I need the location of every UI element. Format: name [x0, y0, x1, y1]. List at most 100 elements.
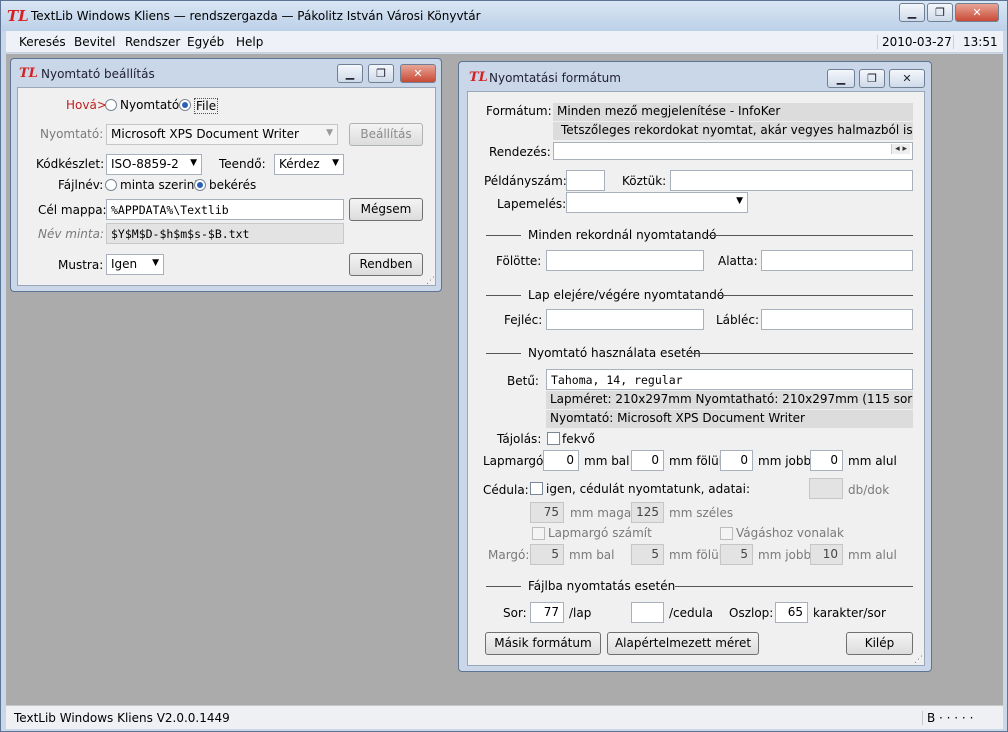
above-input[interactable] [546, 250, 704, 271]
inner-left-input[interactable]: 5 [530, 544, 564, 565]
format-close-button[interactable]: ✕ [889, 69, 925, 88]
slip-check-label: igen, cédulát nyomtatunk, adatai: [546, 482, 751, 496]
rows-input[interactable]: 77 [530, 602, 564, 623]
landscape-checkbox[interactable] [547, 432, 560, 445]
dest-file-label: File [194, 98, 219, 114]
other-format-button[interactable]: Másik formátum [485, 632, 601, 655]
printer-settings-window: TL Nyomtató beállítás ▁ ❐ ✕ Hová> Nyomta… [10, 58, 442, 292]
page-margin-label: Lapmargó: [483, 454, 548, 468]
chevron-down-icon: ▼ [332, 158, 339, 168]
dest-printer-radio[interactable] [105, 99, 117, 111]
minimize-icon: ▁ [345, 67, 355, 80]
slip-height-input[interactable]: 75 [530, 502, 564, 523]
above-label: Fölötte: [496, 254, 542, 268]
copies-input[interactable] [566, 170, 605, 191]
dest-printer-label: Nyomtató [120, 98, 180, 112]
format-description: Tetszőleges rekordokat nyomtat, akár veg… [553, 122, 913, 140]
app-logo-icon: TL [7, 7, 29, 25]
inner-bottom-input[interactable]: 10 [810, 544, 843, 565]
below-input[interactable] [761, 250, 913, 271]
margin-right-unit: mm jobb [758, 454, 812, 468]
separator [692, 353, 913, 354]
count-margin-checkbox[interactable] [532, 527, 545, 540]
minimize-button[interactable]: ▁ [899, 3, 925, 22]
close-icon: ✕ [902, 72, 912, 85]
columns-input[interactable]: 65 [775, 602, 808, 623]
ok-button[interactable]: Rendben [349, 253, 423, 276]
printer-minimize-button[interactable]: ▁ [337, 64, 363, 83]
margin-bottom-unit: mm alul [848, 454, 897, 468]
title-bar[interactable]: TL TextLib Windows Kliens — rendszergazd… [1, 1, 1007, 31]
slip-width-input[interactable]: 125 [631, 502, 664, 523]
sort-label: Rendezés: [489, 145, 551, 159]
target-folder-label: Cél mappa: [38, 203, 107, 217]
default-size-button[interactable]: Alapértelmezett méret [607, 632, 759, 655]
scroll-arrows-icon[interactable]: ◂ ▸ [891, 144, 910, 154]
dest-file-radio[interactable] [179, 99, 191, 111]
footer-input[interactable] [761, 309, 913, 330]
close-button[interactable]: ✕ [955, 3, 999, 22]
name-pattern-input[interactable]: $Y$M$D-$h$m$s-$B.txt [106, 223, 344, 244]
target-folder-input[interactable]: %APPDATA%\Textlib [106, 199, 344, 220]
time-display: 13:51 [953, 35, 998, 49]
filename-label: Fájlnév: [58, 178, 104, 192]
font-input[interactable]: Tahoma, 14, regular [546, 369, 913, 390]
menu-rendszer[interactable]: Rendszer [125, 35, 180, 49]
font-label: Betű: [507, 374, 539, 388]
printer-close-button[interactable]: ✕ [400, 64, 436, 83]
menu-egyeb[interactable]: Egyéb [187, 35, 224, 49]
header-label: Fejléc: [504, 313, 543, 327]
margin-right-input[interactable]: 0 [720, 450, 753, 471]
close-icon: ✕ [413, 67, 423, 80]
slip-height-unit: mm magas [570, 506, 638, 520]
exit-button[interactable]: Kilép [846, 632, 913, 655]
resize-grip-icon[interactable]: ⋰ [426, 276, 435, 286]
window-title: TextLib Windows Kliens — rendszergazda —… [31, 9, 481, 23]
sort-input[interactable]: ◂ ▸ [553, 142, 913, 160]
separator [486, 586, 521, 587]
charset-select[interactable]: ISO-8859-2 ▼ [106, 154, 202, 175]
menu-bevitel[interactable]: Bevitel [74, 35, 115, 49]
landscape-label: fekvő [562, 432, 595, 446]
sample-select[interactable]: Igen ▼ [106, 254, 164, 275]
format-maximize-button[interactable]: ❐ [859, 69, 885, 88]
printer-maximize-button[interactable]: ❐ [368, 64, 394, 83]
printer-select[interactable]: Microsoft XPS Document Writer ▼ [106, 124, 338, 145]
chevron-down-icon: ▼ [152, 258, 159, 268]
menu-kereses[interactable]: Keresés [19, 35, 66, 49]
separator [486, 353, 521, 354]
filename-pattern-label: minta szerint [120, 178, 200, 192]
cancel-button[interactable]: Mégsem [349, 198, 423, 221]
slip-checkbox[interactable] [530, 482, 543, 495]
menu-help[interactable]: Help [236, 35, 263, 49]
status-indicator: B · · · · · [922, 711, 973, 725]
printer-window-title: Nyomtató beállítás [41, 67, 155, 81]
inner-margin-label: Margó: [488, 548, 530, 562]
inner-right-input[interactable]: 5 [720, 544, 753, 565]
todo-select[interactable]: Kérdez ▼ [274, 154, 344, 175]
margin-top-input[interactable]: 0 [631, 450, 664, 471]
sample-label: Mustra: [58, 258, 104, 272]
filename-pattern-radio[interactable] [105, 179, 117, 191]
destination-label: Hová> [66, 98, 107, 112]
inner-top-input[interactable]: 5 [631, 544, 664, 565]
print-format-window: TL Nyomtatási formátum ▁ ❐ ✕ Formátum: M… [458, 61, 932, 672]
slip-count-input[interactable] [809, 478, 843, 499]
separator [486, 235, 521, 236]
slip-rows-input[interactable] [631, 602, 664, 623]
printer-label: Nyomtató: [40, 127, 104, 141]
cut-lines-checkbox[interactable] [720, 527, 733, 540]
printer-settings-button[interactable]: Beállítás [349, 123, 423, 146]
filename-prompt-radio[interactable] [194, 179, 206, 191]
restore-icon: ❐ [867, 72, 877, 85]
resize-grip-icon[interactable]: ⋰ [914, 655, 923, 665]
slip-rows-unit: /cedula [669, 606, 713, 620]
format-minimize-button[interactable]: ▁ [827, 69, 855, 88]
maximize-button[interactable]: ❐ [927, 3, 953, 22]
header-input[interactable] [546, 309, 704, 330]
between-label: Köztük: [622, 174, 667, 188]
between-input[interactable] [670, 170, 913, 191]
page-feed-select[interactable]: ▼ [566, 192, 748, 213]
margin-bottom-input[interactable]: 0 [810, 450, 843, 471]
margin-left-input[interactable]: 0 [543, 450, 579, 471]
